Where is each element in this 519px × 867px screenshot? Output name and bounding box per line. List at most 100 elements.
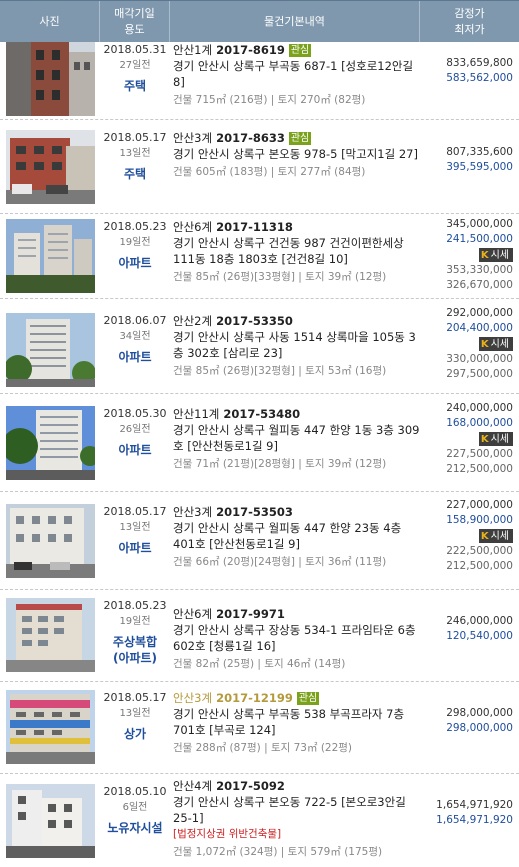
table-header: 사진 매각기일 용도 물건기본내역 감정가 최저가 — [0, 0, 519, 42]
property-photo[interactable] — [6, 313, 95, 387]
minimum-price: 204,400,000 — [446, 322, 513, 334]
case-number-link[interactable]: 2017-5092 — [216, 778, 285, 794]
usage-type: 주상복합 — [112, 635, 158, 649]
price-column: 345,000,000 241,500,000 K 시세 353,330,000 … — [413, 217, 513, 293]
interest-badge: 관심 — [296, 691, 320, 705]
case-number-link[interactable]: 2017-53350 — [216, 313, 293, 329]
market-price-button[interactable]: K 시세 — [478, 337, 513, 351]
days-remaining: 26일전 — [119, 424, 151, 435]
property-address[interactable]: 경기 안산시 상록구 건건동 987 건건이편한세상 111동 18층 1803… — [173, 235, 423, 267]
table-row[interactable]: 2018.05.17 13일전 상가 안산3계 2017-12199 관심 경기… — [0, 682, 519, 774]
market-price-low: 212,500,000 — [446, 560, 513, 572]
property-address[interactable]: 경기 안산시 상록구 사동 1514 상록마을 105동 3층 302호 [삼리… — [173, 329, 423, 361]
property-photo[interactable] — [6, 219, 95, 293]
market-price-button[interactable]: K 시세 — [478, 248, 513, 262]
property-address[interactable]: 경기 안산시 상록구 부곡동 687-1 [성호로12안길 8] — [173, 58, 423, 90]
property-info: 안산1계 2017-8619 관심 경기 안산시 상록구 부곡동 687-1 [… — [173, 42, 423, 108]
days-remaining: 13일전 — [119, 522, 151, 533]
price-column: 298,000,000 298,000,000 — [413, 706, 513, 736]
court-name: 안산4계 — [173, 779, 213, 793]
days-remaining: 27일전 — [119, 60, 151, 71]
usage-type: 주택 — [123, 79, 147, 93]
minimum-price: 241,500,000 — [446, 233, 513, 245]
appraisal-price: 227,000,000 — [446, 499, 513, 511]
minimum-price: 168,000,000 — [446, 417, 513, 429]
property-address[interactable]: 경기 안산시 상록구 부곡동 538 부곡프라자 7층 701호 [부곡로 12… — [173, 706, 423, 738]
header-info-label: 물건기본내역 — [264, 14, 325, 28]
market-price-button[interactable]: K 시세 — [478, 529, 513, 543]
case-number-link[interactable]: 2017-8619 — [216, 42, 285, 58]
table-row[interactable]: 2018.05.17 13일전 아파트 안산3계 2017-53503 경기 안… — [0, 492, 519, 590]
case-number-link[interactable]: 2017-9971 — [216, 606, 285, 622]
court-name: 안산3계 — [173, 691, 213, 705]
property-area: 건물 605㎡ (183평) | 토지 277㎡ (84평) — [173, 166, 366, 178]
case-number-link[interactable]: 2017-53480 — [223, 406, 300, 422]
property-photo[interactable] — [6, 130, 95, 204]
property-area: 건물 1,072㎡ (324평) | 토지 579㎡ (175평) — [173, 846, 383, 858]
property-address[interactable]: 경기 안산시 상록구 본오동 722-5 [본오로3안길 25-1] — [173, 794, 423, 826]
price-column: 227,000,000 158,900,000 K 시세 222,500,000 … — [413, 498, 513, 574]
legal-warning: [법정지상권 위반건축물] — [173, 828, 282, 840]
auction-list: 2018.05.31 27일전 주택 안산1계 2017-8619 관심 경기 … — [0, 42, 519, 862]
table-row[interactable]: 2018.05.30 26일전 아파트 안산11계 2017-53480 경기 … — [0, 394, 519, 492]
header-usage-label: 용도 — [124, 22, 145, 36]
property-photo[interactable] — [6, 42, 95, 116]
date-column: 2018.05.23 19일전 주상복합 (아파트) — [100, 598, 170, 666]
usage-type: 아파트 — [118, 350, 152, 364]
court-name: 안산6계 — [173, 607, 213, 621]
days-remaining: 13일전 — [119, 148, 151, 159]
market-price-high: 222,500,000 — [446, 545, 513, 557]
price-column: 240,000,000 168,000,000 K 시세 227,500,000 … — [413, 401, 513, 477]
kb-icon: K — [480, 249, 489, 261]
sale-date: 2018.05.30 — [103, 407, 167, 420]
property-address[interactable]: 경기 안산시 상록구 월피동 447 한양 23동 4층 401호 [안산천동로… — [173, 520, 423, 552]
usage-type: 아파트 — [118, 256, 152, 270]
minimum-price: 158,900,000 — [446, 514, 513, 526]
price-column: 292,000,000 204,400,000 K 시세 330,000,000 … — [413, 306, 513, 382]
property-photo[interactable] — [6, 690, 95, 764]
court-name: 안산2계 — [173, 314, 213, 328]
appraisal-price: 807,335,600 — [446, 146, 513, 158]
minimum-price: 583,562,000 — [446, 72, 513, 84]
sale-date: 2018.05.23 — [103, 220, 167, 233]
kb-icon: K — [480, 433, 489, 445]
property-address[interactable]: 경기 안산시 상록구 월피동 447 한양 1동 3층 309호 [안산천동로1… — [173, 422, 423, 454]
table-row[interactable]: 2018.05.23 19일전 주상복합 (아파트) 안산6계 2017-997… — [0, 590, 519, 682]
case-number-link[interactable]: 2017-11318 — [216, 219, 293, 235]
property-area: 건물 66㎡ (20평)[24평형] | 토지 36㎡ (11평) — [173, 556, 387, 568]
property-photo[interactable] — [6, 504, 95, 578]
date-column: 2018.06.07 34일전 아파트 — [100, 313, 170, 365]
property-address[interactable]: 경기 안산시 상록구 장상동 534-1 프라임타운 6층 602호 [청룡1길… — [173, 622, 423, 654]
property-area: 건물 82㎡ (25평) | 토지 46㎡ (14평) — [173, 658, 346, 670]
price-column: 246,000,000 120,540,000 — [413, 614, 513, 644]
property-photo[interactable] — [6, 784, 95, 858]
table-row[interactable]: 2018.05.10 6일전 노유자시설 안산4계 2017-5092 경기 안… — [0, 774, 519, 862]
sale-date: 2018.06.07 — [103, 314, 167, 327]
case-number-link[interactable]: 2017-8633 — [216, 130, 285, 146]
date-column: 2018.05.17 13일전 상가 — [100, 690, 170, 742]
appraisal-price: 246,000,000 — [446, 615, 513, 627]
market-price-label: 시세 — [490, 338, 509, 350]
property-address[interactable]: 경기 안산시 상록구 본오동 978-5 [막고지1길 27] — [173, 146, 423, 162]
market-price-button[interactable]: K 시세 — [478, 432, 513, 446]
sale-date: 2018.05.17 — [103, 505, 167, 518]
table-row[interactable]: 2018.05.23 19일전 아파트 안산6계 2017-11318 경기 안… — [0, 214, 519, 299]
usage-type: 아파트 — [118, 443, 152, 457]
case-number-link[interactable]: 2017-12199 — [216, 690, 293, 706]
table-row[interactable]: 2018.05.31 27일전 주택 안산1계 2017-8619 관심 경기 … — [0, 42, 519, 120]
header-price: 감정가 최저가 — [420, 1, 519, 42]
table-row[interactable]: 2018.06.07 34일전 아파트 안산2계 2017-53350 경기 안… — [0, 299, 519, 394]
property-area: 건물 85㎡ (26평)[32평형] | 토지 53㎡ (16평) — [173, 365, 387, 377]
header-date: 매각기일 용도 — [100, 1, 170, 42]
property-info: 안산3계 2017-8633 관심 경기 안산시 상록구 본오동 978-5 [… — [173, 130, 423, 180]
minimum-price: 298,000,000 — [446, 722, 513, 734]
header-info: 물건기본내역 — [170, 1, 420, 42]
court-name: 안산1계 — [173, 43, 213, 57]
table-row[interactable]: 2018.05.17 13일전 주택 안산3계 2017-8633 관심 경기 … — [0, 120, 519, 214]
property-info: 안산3계 2017-12199 관심 경기 안산시 상록구 부곡동 538 부곡… — [173, 690, 423, 756]
market-price-low: 212,500,000 — [446, 463, 513, 475]
court-name: 안산3계 — [173, 505, 213, 519]
case-number-link[interactable]: 2017-53503 — [216, 504, 293, 520]
property-photo[interactable] — [6, 406, 95, 480]
property-photo[interactable] — [6, 598, 95, 672]
